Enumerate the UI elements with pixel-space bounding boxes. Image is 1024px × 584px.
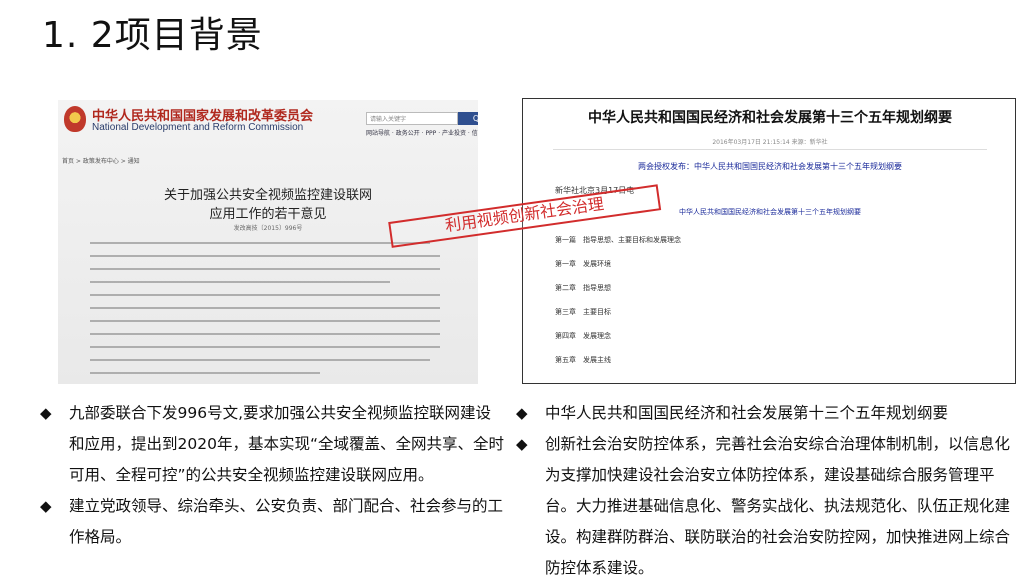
bullet-item: ◆ 建立党政领导、综治牵头、公安负责、部门配合、社会参与的工作格局。 xyxy=(40,491,506,553)
plan-title: 中华人民共和国国民经济和社会发展第十三个五年规划纲要 xyxy=(588,110,952,126)
divider xyxy=(553,149,987,150)
text-line xyxy=(90,268,440,270)
bullet-text: 建立党政领导、综治牵头、公安负责、部门配合、社会参与的工作格局。 xyxy=(69,497,504,546)
search-icon[interactable]: Q xyxy=(458,112,478,125)
ndrc-name-en: National Development and Reform Commissi… xyxy=(92,122,304,133)
bullet-list-left: ◆ 九部委联合下发996号文,要求加强公共安全视频监控联网建设和应用，提出到20… xyxy=(40,398,506,553)
diamond-bullet-icon: ◆ xyxy=(40,497,52,515)
bullet-item: ◆ 创新社会治安防控体系，完善社会治安综合治理体制机制，以信息化为支撑加快建设社… xyxy=(516,429,1016,584)
bullet-item: ◆ 中华人民共和国国民经济和社会发展第十三个五年规划纲要 xyxy=(516,398,1016,429)
text-line xyxy=(90,320,440,322)
text-line xyxy=(90,372,320,374)
plan-chapter: 第一篇 指导思想、主要目标和发展理念 xyxy=(555,236,681,244)
plan-chapter: 第二章 指导思想 xyxy=(555,284,611,292)
text-line xyxy=(90,307,440,309)
bullet-list-right: ◆ 中华人民共和国国民经济和社会发展第十三个五年规划纲要 ◆ 创新社会治安防控体… xyxy=(516,398,1016,584)
text-line xyxy=(90,346,440,348)
ndrc-header: 中华人民共和国国家发展和改革委员会 National Development a… xyxy=(58,100,478,144)
plan-chapter: 第一章 发展环境 xyxy=(555,260,611,268)
bullet-text: 创新社会治安防控体系，完善社会治安综合治理体制机制，以信息化为支撑加快建设社会治… xyxy=(545,435,1011,577)
text-line xyxy=(90,242,430,244)
bullet-item: ◆ 九部委联合下发996号文,要求加强公共安全视频监控联网建设和应用，提出到20… xyxy=(40,398,506,491)
plan-meta: 2016年03月17日 21:15:14 来源：新华社 xyxy=(712,139,828,146)
plan-release-link[interactable]: 两会授权发布：中华人民共和国国民经济和社会发展第十三个五年规划纲要 xyxy=(523,161,1015,172)
ndrc-search-input[interactable]: 请输入关键字 xyxy=(366,112,458,125)
diamond-bullet-icon: ◆ xyxy=(516,404,528,422)
page-title: 1. 2项目背景 xyxy=(42,15,263,56)
bullet-text: 中华人民共和国国民经济和社会发展第十三个五年规划纲要 xyxy=(545,404,949,422)
bullet-text: 九部委联合下发996号文,要求加强公共安全视频监控联网建设和应用，提出到2020… xyxy=(69,404,504,484)
national-emblem-icon xyxy=(64,106,86,132)
text-line xyxy=(90,294,440,296)
ndrc-nav-links[interactable]: 网站导航 · 政务公开 · PPP · 产业投资 · 信息指南 · 目录 xyxy=(366,128,478,137)
plan-chapter: 第五章 发展主线 xyxy=(555,356,611,364)
text-line xyxy=(90,359,430,361)
text-line xyxy=(90,333,440,335)
diamond-bullet-icon: ◆ xyxy=(40,404,52,422)
text-line xyxy=(90,281,390,283)
text-line xyxy=(90,255,440,257)
five-year-plan-screenshot: 中华人民共和国国民经济和社会发展第十三个五年规划纲要 2016年03月17日 2… xyxy=(522,98,1016,384)
notice-title-line1: 关于加强公共安全视频监控建设联网 xyxy=(163,188,372,203)
diamond-bullet-icon: ◆ xyxy=(516,435,528,453)
plan-chapter: 第四章 发展理念 xyxy=(555,332,611,340)
plan-chapter: 第三章 主要目标 xyxy=(555,308,611,316)
breadcrumb[interactable]: 首页 > 政策发布中心 > 通知 xyxy=(62,156,140,165)
